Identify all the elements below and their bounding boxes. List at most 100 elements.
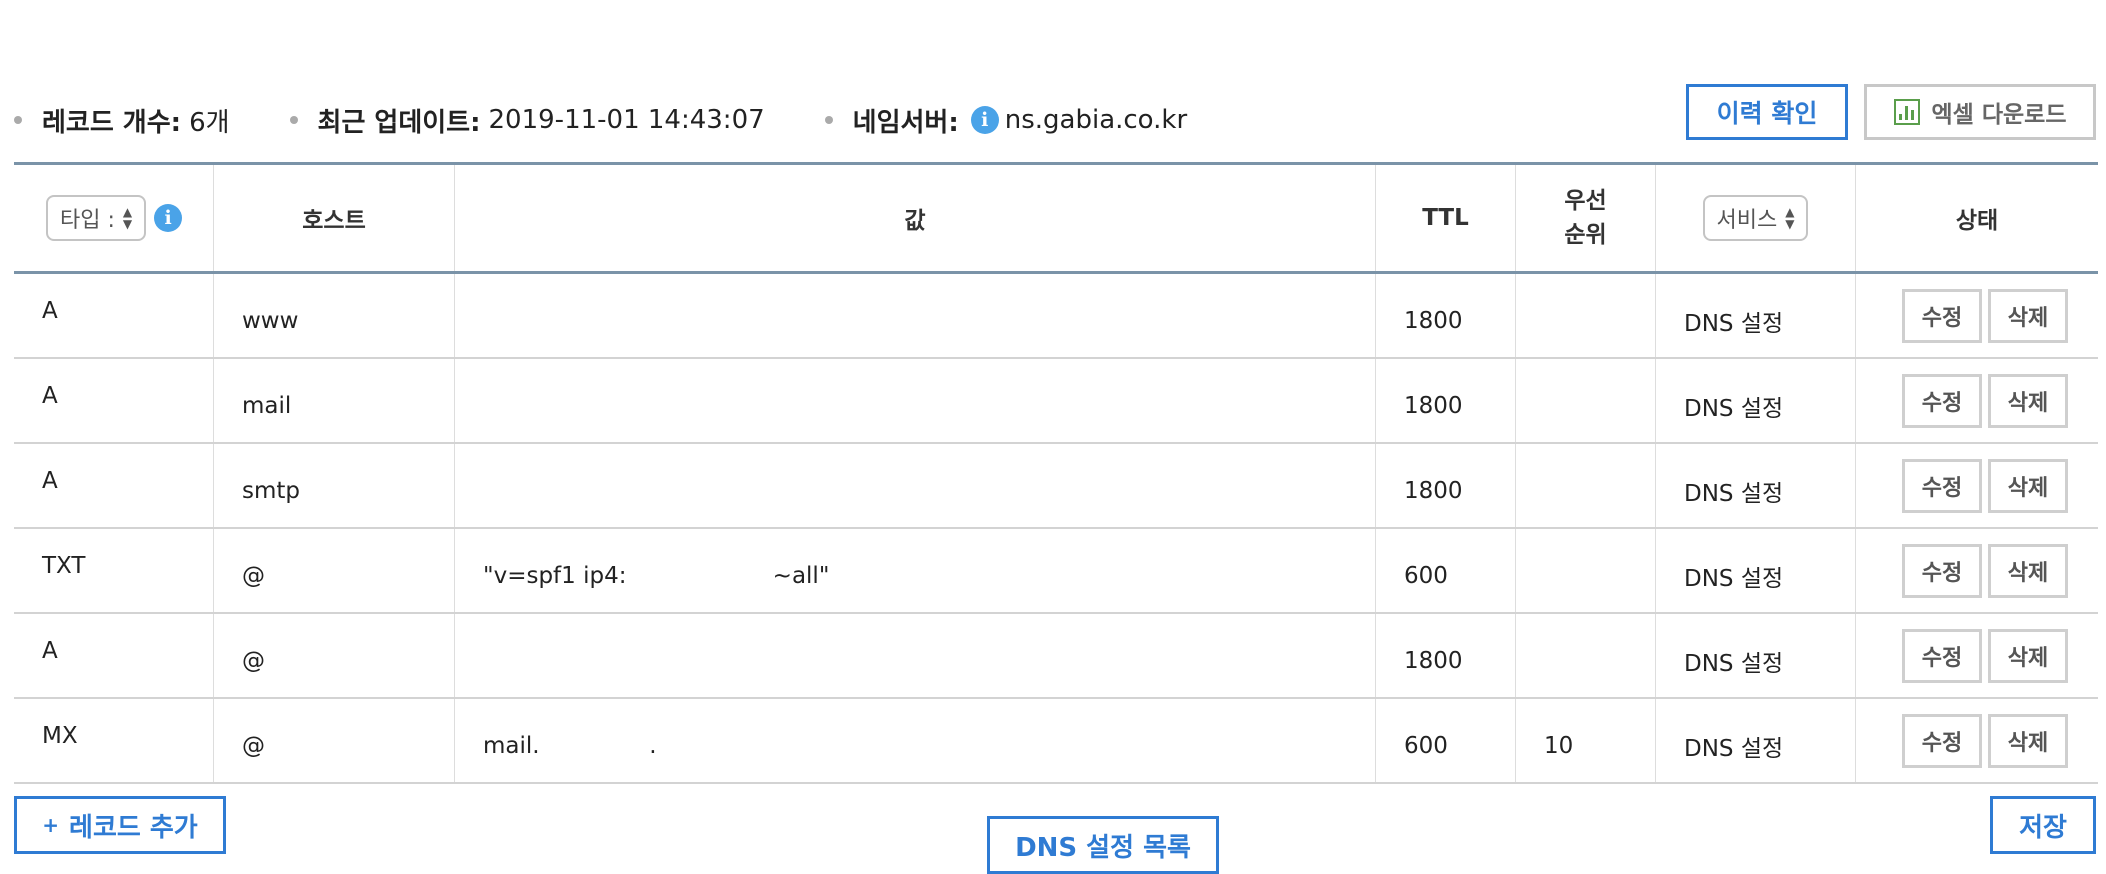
nameserver-value: ns.gabia.co.kr (1004, 105, 1188, 135)
header-priority: 우선 순위 (1516, 165, 1656, 271)
save-button[interactable]: 저장 (1990, 796, 2096, 854)
cell-value (455, 359, 1376, 442)
add-record-button[interactable]: + 레코드 추가 (14, 796, 226, 854)
bullet-icon (824, 116, 833, 124)
cell-host: @ (214, 529, 455, 612)
delete-button[interactable]: 삭제 (1988, 288, 2068, 343)
service-filter-select[interactable]: 서비스 ▲ ▼ (1702, 195, 1809, 241)
type-filter-select[interactable]: 타입 : ▲ ▼ (46, 195, 147, 241)
cell-status: 수정 삭제 (1856, 529, 2098, 612)
save-label: 저장 (2019, 812, 2067, 843)
table-row: TXT @ "v=spf1 ip4: ~all" 600 DNS 설정 수정 삭제 (14, 529, 2098, 614)
bullet-icon (289, 116, 298, 124)
info-icon[interactable]: i (154, 204, 183, 232)
cell-host: mail (214, 359, 455, 442)
cell-status: 수정 삭제 (1856, 359, 2098, 442)
add-record-label: 레코드 추가 (69, 812, 198, 843)
header-status: 상태 (1955, 208, 1999, 234)
cell-ttl: 1800 (1376, 359, 1516, 442)
cell-type: A (14, 444, 214, 527)
cell-priority (1516, 614, 1656, 697)
cell-priority (1516, 529, 1656, 612)
cell-ttl: 1800 (1376, 444, 1516, 527)
cell-priority (1516, 274, 1656, 357)
cell-status: 수정 삭제 (1856, 614, 2098, 697)
edit-button[interactable]: 수정 (1902, 713, 1982, 768)
type-filter-label: 타입 : (60, 208, 115, 233)
table-header: 타입 : ▲ ▼ i 호스트 값 TTL 우선 순위 서비스 ▲ ▼ 상태 (14, 165, 2098, 274)
last-update-label: 최근 업데이트: (317, 107, 481, 138)
header-value: 값 (455, 165, 1376, 271)
dns-settings-list-button[interactable]: DNS 설정 목록 (987, 816, 1219, 874)
cell-service: DNS 설정 (1656, 529, 1856, 612)
record-count: 레코드 개수: 6개 (14, 102, 230, 139)
delete-button[interactable]: 삭제 (1988, 713, 2068, 768)
nameserver-label: 네임서버: (852, 107, 959, 138)
nameserver: 네임서버: i ns.gabia.co.kr (824, 102, 1188, 139)
history-button[interactable]: 이력 확인 (1686, 84, 1848, 140)
table-row: Asmtp 1800 DNS 설정 수정 삭제 (14, 444, 2098, 529)
cell-value (455, 614, 1376, 697)
cell-host: smtp (214, 444, 455, 527)
cell-ttl: 1800 (1376, 274, 1516, 357)
edit-button[interactable]: 수정 (1902, 288, 1982, 343)
cell-host: @ (214, 614, 455, 697)
bullet-icon (14, 116, 22, 124)
delete-button[interactable]: 삭제 (1988, 543, 2068, 598)
cell-status: 수정 삭제 (1856, 699, 2098, 782)
cell-type: A (14, 274, 214, 357)
cell-status: 수정 삭제 (1856, 274, 2098, 357)
edit-button[interactable]: 수정 (1902, 628, 1982, 683)
cell-value: mail. . (455, 699, 1376, 782)
cell-service: DNS 설정 (1656, 444, 1856, 527)
record-count-value: 6개 (189, 107, 230, 138)
dns-settings-list-label: DNS 설정 목록 (1015, 832, 1191, 863)
edit-button[interactable]: 수정 (1902, 373, 1982, 428)
table-row: Amail 1800 DNS 설정 수정 삭제 (14, 359, 2098, 444)
delete-button[interactable]: 삭제 (1988, 458, 2068, 513)
excel-download-button[interactable]: 엑셀 다운로드 (1864, 84, 2096, 140)
header-ttl: TTL (1376, 165, 1516, 271)
history-button-label: 이력 확인 (1716, 99, 1818, 128)
cell-ttl: 600 (1376, 529, 1516, 612)
excel-download-label: 엑셀 다운로드 (1931, 102, 2067, 128)
record-summary: 레코드 개수: 6개 최근 업데이트: 2019-11-01 14:43:07 … (14, 102, 1247, 138)
cell-host: @ (214, 699, 455, 782)
cell-value (455, 444, 1376, 527)
header-priority-line1: 우선 (1564, 188, 1607, 214)
last-update-value: 2019-11-01 14:43:07 (488, 105, 765, 135)
cell-service: DNS 설정 (1656, 699, 1856, 782)
info-icon[interactable]: i (970, 106, 999, 134)
cell-type: MX (14, 699, 214, 782)
header-type: 타입 : ▲ ▼ i (14, 165, 214, 271)
delete-button[interactable]: 삭제 (1988, 373, 2068, 428)
edit-button[interactable]: 수정 (1902, 458, 1982, 513)
table-row: MX @ mail. . 600 10 DNS 설정 수정 삭제 (14, 699, 2098, 784)
record-count-label: 레코드 개수: (42, 107, 182, 138)
select-arrows-icon: ▲ ▼ (1785, 205, 1795, 231)
header-priority-line2: 순위 (1564, 222, 1607, 248)
table-row: A @1800 DNS 설정 수정 삭제 (14, 614, 2098, 699)
cell-host: www (214, 274, 455, 357)
header-service: 서비스 ▲ ▼ (1656, 165, 1856, 271)
cell-type: A (14, 359, 214, 442)
cell-service: DNS 설정 (1656, 359, 1856, 442)
cell-value (455, 274, 1376, 357)
dns-record-table: 타입 : ▲ ▼ i 호스트 값 TTL 우선 순위 서비스 ▲ ▼ 상태 Awww… (14, 162, 2098, 784)
edit-button[interactable]: 수정 (1902, 543, 1982, 598)
cell-service: DNS 설정 (1656, 274, 1856, 357)
header-host: 호스트 (214, 165, 455, 271)
service-filter-label: 서비스 (1716, 208, 1778, 233)
cell-status: 수정 삭제 (1856, 444, 2098, 527)
delete-button[interactable]: 삭제 (1988, 628, 2068, 683)
cell-priority (1516, 444, 1656, 527)
cell-type: A (14, 614, 214, 697)
table-row: Awww 1800 DNS 설정 수정 삭제 (14, 274, 2098, 359)
cell-value: "v=spf1 ip4: ~all" (455, 529, 1376, 612)
plus-icon: + (42, 813, 60, 837)
select-arrows-icon: ▲ ▼ (122, 205, 133, 231)
last-update: 최근 업데이트: 2019-11-01 14:43:07 (289, 102, 765, 139)
excel-chart-icon (1893, 99, 1920, 125)
cell-ttl: 1800 (1376, 614, 1516, 697)
cell-priority (1516, 359, 1656, 442)
